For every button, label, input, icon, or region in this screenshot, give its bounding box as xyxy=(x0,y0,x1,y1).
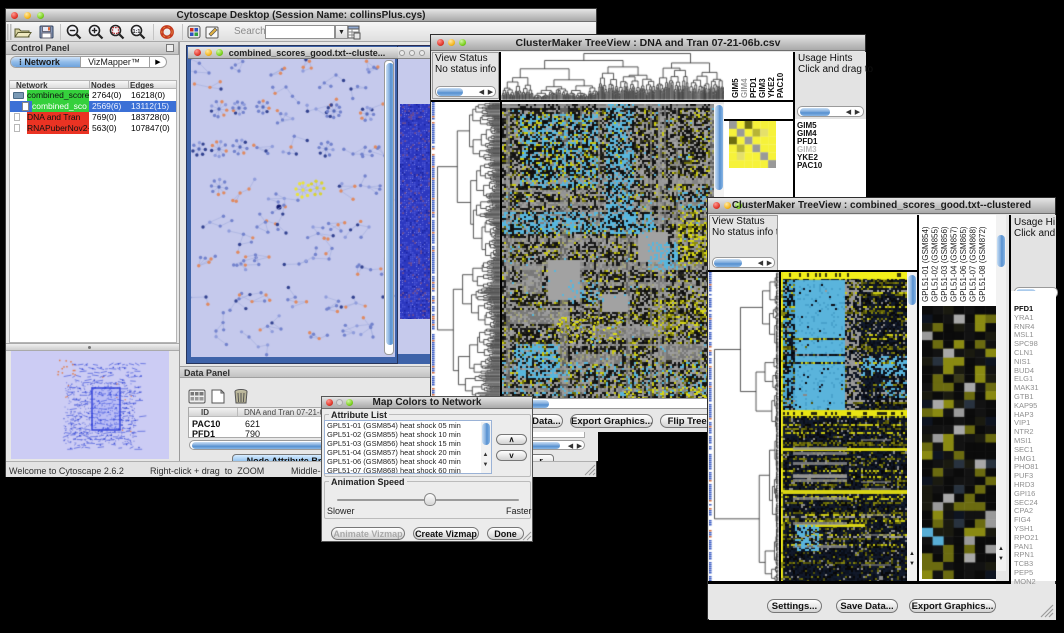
svg-text:1:1: 1:1 xyxy=(133,29,141,35)
svg-text:GPL51-03 (GSM856): GPL51-03 (GSM856) xyxy=(940,226,949,302)
svg-text:YKE2: YKE2 xyxy=(767,77,776,98)
svg-text:GIM4: GIM4 xyxy=(740,78,749,98)
svg-text:GPL51-01 (GSM854): GPL51-01 (GSM854) xyxy=(921,226,930,302)
svg-text:GPL51-07 (GSM868): GPL51-07 (GSM868) xyxy=(969,226,978,302)
svg-text:GPL51-04 (GSM857): GPL51-04 (GSM857) xyxy=(950,226,959,302)
svg-text:GIM3: GIM3 xyxy=(758,78,767,98)
svg-text:GPL51-06 (GSM865): GPL51-06 (GSM865) xyxy=(959,226,968,302)
svg-text:GPL51-08 (GSM872): GPL51-08 (GSM872) xyxy=(978,226,987,302)
svg-text:PAC10: PAC10 xyxy=(776,72,785,98)
svg-text:GPL51-02 (GSM855): GPL51-02 (GSM855) xyxy=(931,226,940,302)
svg-text:PFD1: PFD1 xyxy=(749,77,758,98)
svg-text:GIM5: GIM5 xyxy=(731,78,740,98)
